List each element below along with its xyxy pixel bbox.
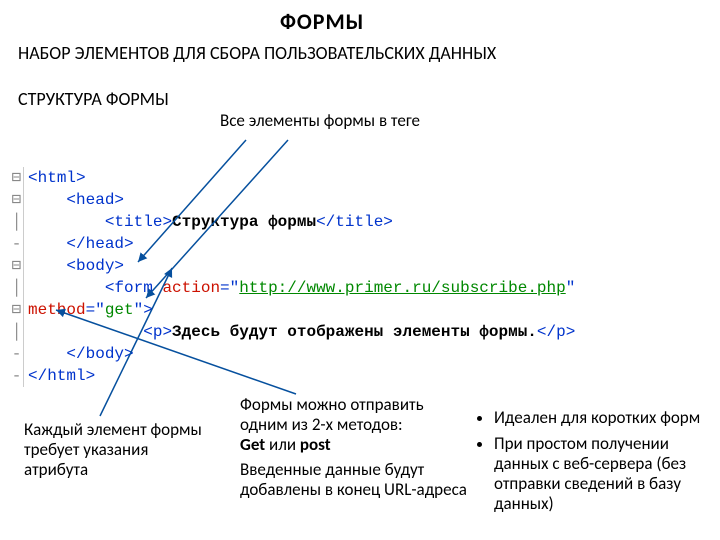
fold-icon: ⊟: [10, 189, 24, 211]
slide-heading-1: НАБОР ЭЛЕМЕНТОВ ДЛЯ СБОРА ПОЛЬЗОВАТЕЛЬСК…: [18, 42, 588, 64]
fold-icon: ⊟: [10, 255, 24, 277]
list-item: При простом получении данных с веб-серве…: [494, 434, 716, 514]
slide-title: ФОРМЫ: [280, 8, 480, 35]
annotation-top: Все элементы формы в теге: [220, 110, 450, 131]
gutter-icon: -: [10, 365, 24, 387]
gutter-icon: -: [10, 343, 24, 365]
gutter-icon: │: [10, 211, 24, 233]
annotation-mid: Формы можно отправить одним из 2-х метод…: [240, 395, 470, 455]
gutter-icon: │: [10, 277, 24, 299]
gutter-icon: │: [10, 321, 24, 343]
annotation-mid-2: Введенные данные будут добавлены в конец…: [240, 460, 470, 500]
annotation-mid-line1: Формы можно отправить одним из 2-х метод…: [240, 395, 470, 435]
list-item: Идеален для коротких форм: [494, 408, 716, 428]
slide-heading-2: СТРУКТУРА ФОРМЫ: [18, 88, 218, 110]
fold-icon: ⊟: [10, 167, 24, 189]
bullet-list: Идеален для коротких форм При простом по…: [476, 408, 716, 520]
code-block: ⊟<html> ⊟ <head> │ <title>Структура форм…: [10, 145, 710, 387]
gutter-icon: -: [10, 233, 24, 255]
fold-icon: ⊟: [10, 299, 24, 321]
annotation-mid-line2: Get или post: [240, 435, 470, 455]
annotation-left: Каждый элемент формы требует указания ат…: [24, 420, 214, 480]
